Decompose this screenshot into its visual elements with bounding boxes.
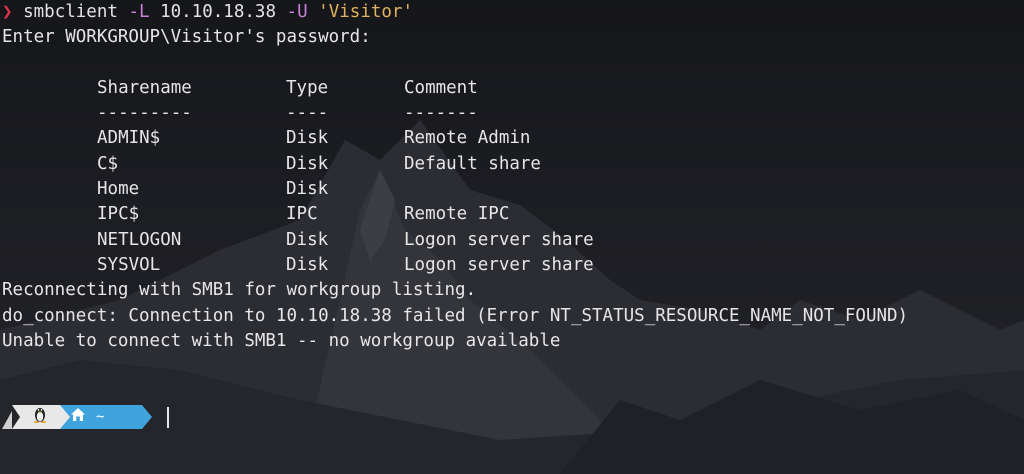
- terminal-output: ❯ smbclient -L 10.10.18.38 -U 'Visitor' …: [2, 0, 1022, 354]
- share-row: C$ Disk Default share: [2, 152, 1022, 177]
- separator-type: ----: [286, 103, 329, 124]
- command-user: 'Visitor': [318, 2, 413, 22]
- share-row: Home Disk: [2, 177, 1022, 202]
- share-row: ADMIN$ Disk Remote Admin: [2, 126, 1022, 151]
- share-name: SYSVOL: [97, 254, 161, 275]
- share-name: ADMIN$: [97, 128, 161, 149]
- share-type: Disk: [286, 128, 329, 149]
- header-sharename: Sharename: [97, 77, 192, 98]
- home-icon: [70, 405, 86, 429]
- header-type: Type: [286, 77, 329, 98]
- share-type: Disk: [286, 229, 329, 250]
- share-table-separator: --------- ---- -------: [2, 101, 1022, 126]
- terminal-window[interactable]: ❯ smbclient -L 10.10.18.38 -U 'Visitor' …: [0, 0, 1024, 474]
- share-name: C$: [97, 153, 119, 174]
- prompt-arrow-icon: ❯: [2, 2, 13, 22]
- share-comment: Default share: [404, 153, 541, 174]
- share-name: Home: [97, 179, 140, 200]
- share-type: Disk: [286, 179, 329, 200]
- header-comment: Comment: [404, 77, 478, 98]
- text-cursor[interactable]: [167, 407, 169, 428]
- share-type: Disk: [286, 153, 329, 174]
- share-comment: Logon server share: [404, 229, 594, 250]
- command-name: smbclient: [23, 2, 118, 22]
- command-line: ❯ smbclient -L 10.10.18.38 -U 'Visitor': [2, 0, 1022, 25]
- password-prompt: Enter WORKGROUP\Visitor's password:: [2, 27, 371, 48]
- connect-error-message: do_connect: Connection to 10.10.18.38 fa…: [2, 305, 909, 326]
- share-table-header: Sharename Type Comment: [2, 76, 1022, 101]
- share-row: NETLOGON Disk Logon server share: [2, 228, 1022, 253]
- command-flag-list: -L: [128, 2, 150, 22]
- powerline-prompt: ~: [0, 405, 152, 430]
- share-name: IPC$: [97, 204, 140, 225]
- workgroup-unavailable-message: Unable to connect with SMB1 -- no workgr…: [2, 330, 561, 351]
- linux-penguin-icon: [32, 405, 48, 430]
- share-comment: Logon server share: [404, 254, 594, 275]
- share-type: IPC: [286, 204, 318, 225]
- powerline-path-segment: ~: [60, 405, 152, 429]
- separator-sharename: ---------: [97, 103, 192, 124]
- share-row: SYSVOL Disk Logon server share: [2, 253, 1022, 278]
- current-path: ~: [96, 409, 105, 425]
- command-flag-user: -U: [286, 2, 308, 22]
- share-name: NETLOGON: [97, 229, 182, 250]
- powerline-os-segment: [12, 405, 70, 430]
- command-host: 10.10.18.38: [160, 2, 276, 22]
- share-comment: Remote IPC: [404, 204, 510, 225]
- share-comment: Remote Admin: [404, 128, 531, 149]
- reconnect-message: Reconnecting with SMB1 for workgroup lis…: [2, 280, 477, 301]
- separator-comment: -------: [404, 103, 478, 124]
- share-row: IPC$ IPC Remote IPC: [2, 202, 1022, 227]
- share-type: Disk: [286, 254, 329, 275]
